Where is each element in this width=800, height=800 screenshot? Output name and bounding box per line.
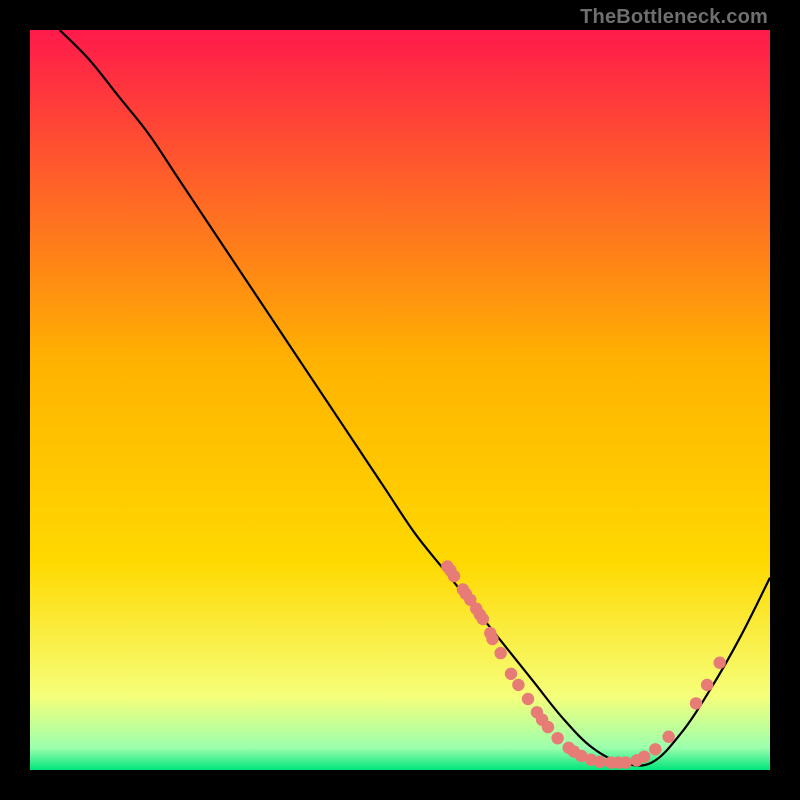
data-point <box>512 679 524 691</box>
data-point <box>701 679 713 691</box>
watermark-text: TheBottleneck.com <box>580 6 768 29</box>
data-point <box>448 570 460 582</box>
gradient-background <box>30 30 770 770</box>
data-point <box>505 668 517 680</box>
data-point <box>594 756 606 768</box>
data-point <box>486 633 498 645</box>
data-point <box>713 657 725 669</box>
data-point <box>662 731 674 743</box>
data-point <box>649 743 661 755</box>
data-point <box>542 721 554 733</box>
data-point <box>620 756 632 768</box>
data-point <box>522 693 534 705</box>
data-point <box>477 613 489 625</box>
data-point <box>494 647 506 659</box>
chart-plot-area <box>30 30 770 770</box>
chart-svg <box>30 30 770 770</box>
data-point <box>551 732 563 744</box>
data-point <box>638 750 650 762</box>
data-point <box>690 697 702 709</box>
